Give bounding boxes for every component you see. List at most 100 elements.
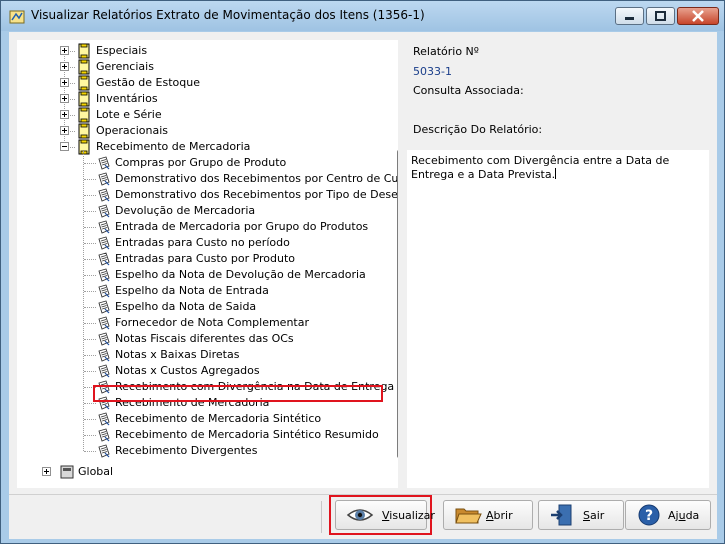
- client-area: Especiais Gerenciais Gestão de Estoque Inve…: [9, 32, 717, 539]
- tree-node[interactable]: Inventários: [17, 91, 397, 107]
- report-list-item[interactable]: Recebimento de Mercadoria Sintético: [17, 411, 397, 427]
- report-item-label: Espelho da Nota de Devolução de Mercador…: [115, 268, 366, 281]
- tree-expand-toggle[interactable]: [60, 110, 69, 119]
- tree-node[interactable]: Recebimento de Mercadoria: [17, 139, 397, 155]
- report-tree[interactable]: Especiais Gerenciais Gestão de Estoque Inve…: [17, 40, 398, 488]
- report-item-label: Fornecedor de Nota Complementar: [115, 316, 309, 329]
- report-list-item[interactable]: Recebimento de Mercadoria Sintético Resu…: [17, 427, 397, 443]
- tree-collapse-toggle[interactable]: [60, 142, 69, 151]
- report-doc-icon: [98, 188, 110, 202]
- report-item-label: Entrada de Mercadoria por Grupo do Produ…: [115, 220, 369, 233]
- tree-node[interactable]: Operacionais: [17, 123, 397, 139]
- report-list-item[interactable]: Entradas para Custo por Produto: [17, 251, 397, 267]
- bookshelf-folder-icon: [78, 139, 90, 155]
- query-label: Consulta Associada:: [413, 84, 524, 97]
- minimize-icon: [625, 17, 634, 20]
- report-item-label: Notas Fiscais diferentes das OCs: [115, 332, 294, 345]
- tree-node-label: Gestão de Estoque: [96, 76, 200, 89]
- button-bar: Visualizar Abrir Sair ? Ajuda: [9, 494, 717, 539]
- ajuda-label-pre: Aj: [668, 509, 679, 522]
- abrir-button[interactable]: Abrir: [443, 500, 533, 530]
- tree-node-global[interactable]: Global: [17, 464, 397, 480]
- tree-expand-toggle[interactable]: [60, 62, 69, 71]
- report-list-item[interactable]: Entrada de Mercadoria por Grupo do Produ…: [17, 219, 397, 235]
- button-separator: [321, 501, 322, 533]
- bookshelf-folder-icon: [78, 91, 90, 107]
- report-doc-icon: [98, 300, 110, 314]
- report-doc-icon: [98, 316, 110, 330]
- report-doc-icon: [98, 204, 110, 218]
- report-list-item[interactable]: Espelho da Nota de Devolução de Mercador…: [17, 267, 397, 283]
- sair-button[interactable]: Sair: [538, 500, 624, 530]
- report-list-item[interactable]: Espelho da Nota de Entrada: [17, 283, 397, 299]
- description-text: Recebimento com Divergência entre a Data…: [411, 154, 670, 181]
- report-item-label: Recebimento Divergentes: [115, 444, 258, 457]
- bookshelf-folder-icon: [78, 43, 90, 59]
- report-doc-icon: [98, 332, 110, 346]
- tree-node-label: Operacionais: [96, 124, 169, 137]
- tree-expand-toggle[interactable]: [60, 46, 69, 55]
- tree-node-label: Inventários: [96, 92, 158, 105]
- report-item-label: Notas x Baixas Diretas: [115, 348, 240, 361]
- report-item-label: Espelho da Nota de Saida: [115, 300, 257, 313]
- tree-node[interactable]: Lote e Série: [17, 107, 397, 123]
- report-item-label: Entradas para Custo no período: [115, 236, 290, 249]
- report-item-label: Recebimento de Mercadoria Sintético Resu…: [115, 428, 379, 441]
- svg-text:?: ?: [645, 508, 653, 524]
- tree-expand-toggle[interactable]: [42, 467, 51, 476]
- report-list-item[interactable]: Notas Fiscais diferentes das OCs: [17, 331, 397, 347]
- report-doc-icon: [98, 348, 110, 362]
- report-list-item[interactable]: Entradas para Custo no período: [17, 235, 397, 251]
- maximize-button[interactable]: [646, 7, 675, 25]
- visualizar-label: isualizar: [389, 509, 435, 522]
- bookshelf-folder-icon: [78, 123, 90, 139]
- app-icon: [9, 10, 25, 24]
- exit-door-icon: [551, 504, 572, 526]
- report-list-item[interactable]: Notas x Baixas Diretas: [17, 347, 397, 363]
- bookshelf-folder-icon: [78, 75, 90, 91]
- description-label: Descrição Do Relatório:: [413, 123, 543, 136]
- report-list-item[interactable]: Demonstrativo dos Recebimentos por Centr…: [17, 171, 398, 187]
- report-item-label: Demonstrativo dos Recebimentos por Tipo …: [115, 188, 398, 201]
- tree-node[interactable]: Especiais: [17, 43, 397, 59]
- title-bar[interactable]: Visualizar Relatórios Extrato de Movimen…: [1, 1, 724, 31]
- report-doc-icon: [98, 156, 110, 170]
- sair-label: air: [589, 509, 605, 522]
- open-folder-icon: [455, 508, 482, 524]
- minimize-button[interactable]: [615, 7, 644, 25]
- report-details-panel: Relatório Nº 5033-1 Consulta Associada: …: [407, 40, 709, 488]
- report-doc-icon: [98, 220, 110, 234]
- help-question-icon: ?: [638, 504, 660, 526]
- report-item-label: Compras por Grupo de Produto: [115, 156, 287, 169]
- tree-expand-toggle[interactable]: [60, 94, 69, 103]
- tree-node[interactable]: Gestão de Estoque: [17, 75, 397, 91]
- visualizar-button[interactable]: Visualizar: [335, 500, 435, 530]
- tree-expand-toggle[interactable]: [60, 126, 69, 135]
- abrir-mnemonic: A: [486, 509, 494, 522]
- close-button[interactable]: [677, 7, 719, 25]
- ajuda-button[interactable]: ? Ajuda: [625, 500, 711, 530]
- report-number-label: Relatório Nº: [413, 45, 479, 58]
- report-list-item[interactable]: Devolução de Mercadoria: [17, 203, 397, 219]
- tree-expand-toggle[interactable]: [60, 78, 69, 87]
- report-list-item[interactable]: Demonstrativo dos Recebimentos por Tipo …: [17, 187, 398, 203]
- tree-scrollbar-thumb[interactable]: [397, 150, 398, 458]
- report-list-item[interactable]: Notas x Custos Agregados: [17, 363, 397, 379]
- report-item-label: Devolução de Mercadoria: [115, 204, 256, 217]
- report-item-label: Recebimento de Mercadoria Sintético: [115, 412, 322, 425]
- report-list-item[interactable]: Recebimento Divergentes: [17, 443, 397, 459]
- text-caret: [555, 168, 557, 179]
- report-doc-icon: [98, 252, 110, 266]
- global-report-icon: [60, 465, 74, 479]
- report-list-item[interactable]: Fornecedor de Nota Complementar: [17, 315, 397, 331]
- report-doc-icon: [98, 412, 110, 426]
- tree-node[interactable]: Gerenciais: [17, 59, 397, 75]
- maximize-icon: [655, 11, 666, 21]
- eye-icon: [346, 509, 374, 521]
- report-list-item[interactable]: Compras por Grupo de Produto: [17, 155, 397, 171]
- tree-scrollbar[interactable]: [397, 40, 398, 488]
- report-item-label: Demonstrativo dos Recebimentos por Centr…: [115, 172, 398, 185]
- report-list-item[interactable]: Espelho da Nota de Saida: [17, 299, 397, 315]
- tree-node-label: Recebimento de Mercadoria: [96, 140, 251, 153]
- description-textbox[interactable]: Recebimento com Divergência entre a Data…: [407, 150, 709, 488]
